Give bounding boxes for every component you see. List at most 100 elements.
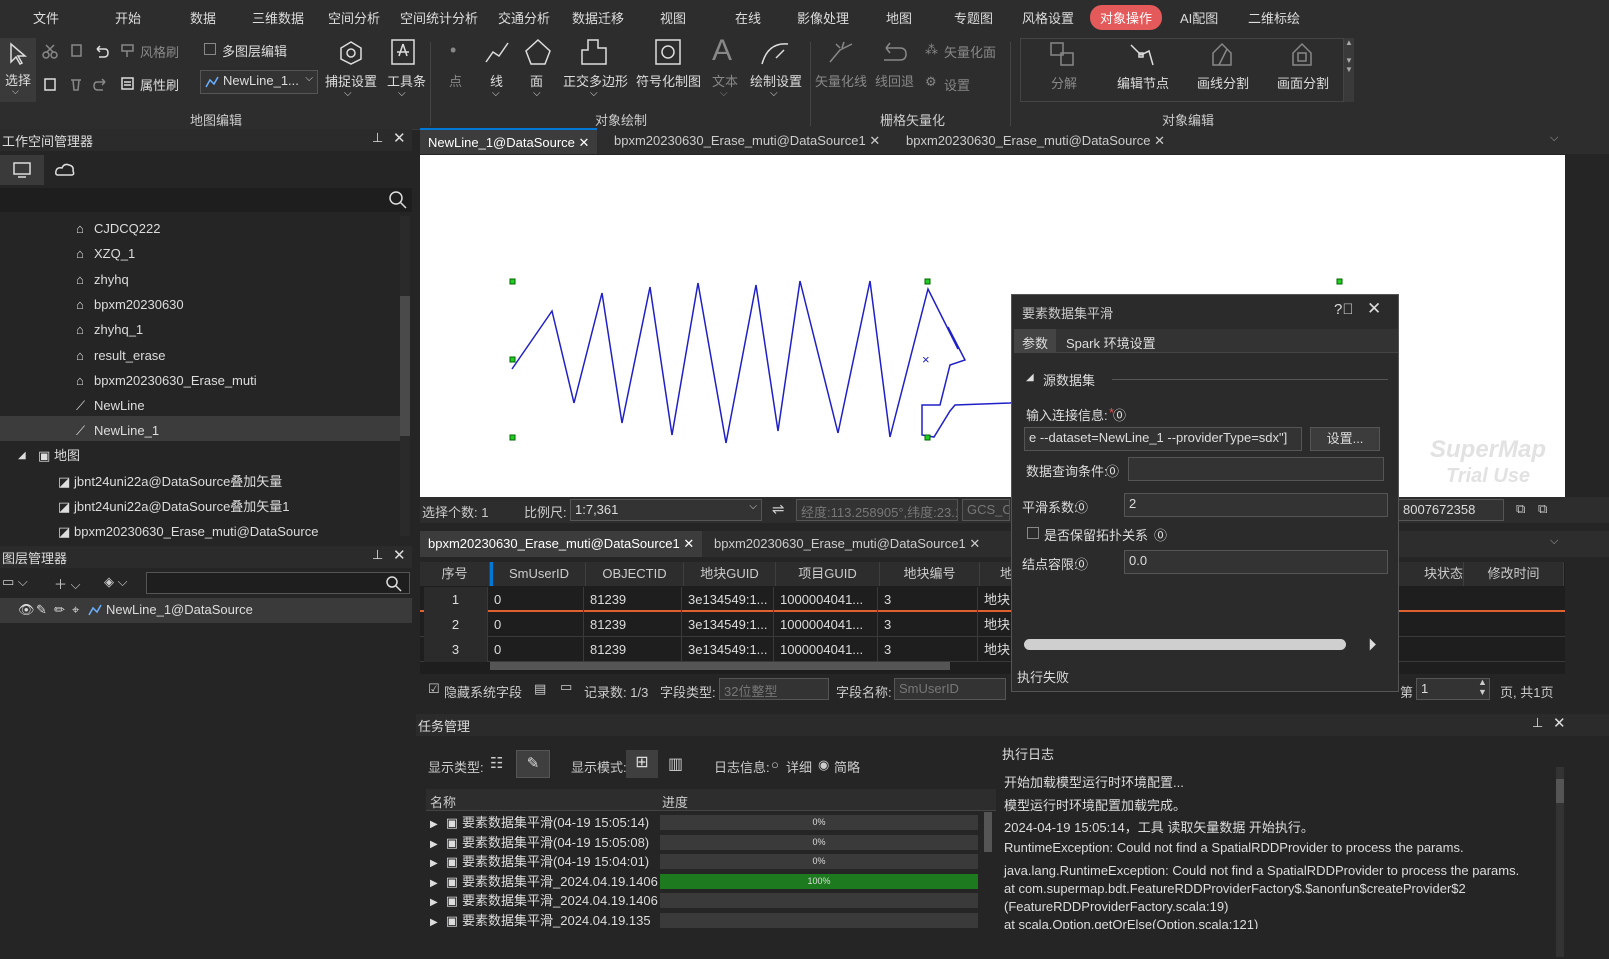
close-icon[interactable]: ✕: [1553, 714, 1566, 732]
run-icon[interactable]: ⏵: [1368, 635, 1377, 655]
undo-icon[interactable]: [93, 43, 109, 59]
menu-tab-map[interactable]: 地图: [886, 8, 912, 27]
menu-tab-migration[interactable]: 数据迁移: [572, 8, 624, 27]
help-icon[interactable]: ⓪: [1075, 554, 1088, 573]
help-icon[interactable]: ?⃝: [1334, 301, 1354, 318]
expand-icon[interactable]: ▶: [430, 878, 438, 889]
table-cell[interactable]: 81239: [590, 637, 682, 662]
col-header[interactable]: 地块GUID: [684, 562, 776, 586]
select-button[interactable]: 选择 ⌵: [0, 38, 36, 102]
redo-icon[interactable]: [93, 76, 109, 92]
scale-combo[interactable]: 1:7,361 ⌵: [570, 499, 762, 521]
help-icon[interactable]: ⓪: [1106, 461, 1119, 480]
menu-tab-data[interactable]: 数据: [190, 8, 216, 27]
menu-tab-imagery[interactable]: 影像处理: [797, 8, 849, 27]
col-header[interactable]: 序号: [420, 562, 490, 586]
col-header[interactable]: 修改时间: [1464, 562, 1564, 586]
brief-radio[interactable]: ◉: [818, 757, 829, 773]
dataset-item[interactable]: result_erase: [94, 343, 166, 368]
menu-tab-traffic[interactable]: 交通分析: [498, 8, 550, 27]
copy-icon[interactable]: [68, 43, 84, 59]
toolbox-button[interactable]: 工具条: [387, 71, 426, 90]
point-button[interactable]: 点: [449, 71, 462, 90]
doc-tab-erase-muti[interactable]: bpxm20230630_Erase_muti@DataSource ✕: [898, 128, 1173, 154]
pin-icon[interactable]: ⊥: [372, 547, 383, 563]
task-scrollbar[interactable]: [984, 812, 992, 852]
attribute-brush-button[interactable]: 属性刷: [140, 75, 179, 94]
search-icon[interactable]: [388, 190, 408, 210]
expand-icon[interactable]: ▶: [430, 839, 438, 850]
add-layer-icon[interactable]: ＋ ⌵: [54, 574, 80, 593]
close-icon[interactable]: ✕: [1367, 299, 1381, 319]
close-icon[interactable]: ✕: [1154, 133, 1165, 148]
dataset-item[interactable]: NewLine: [94, 393, 145, 418]
dataset-item[interactable]: zhyhq: [94, 267, 129, 292]
col-header[interactable]: 地: [980, 562, 1014, 586]
grid-view-icon[interactable]: ⊞: [626, 750, 658, 778]
pin-icon[interactable]: ⊥: [372, 130, 383, 146]
table-cell[interactable]: 2: [424, 612, 488, 637]
map-item[interactable]: bpxm20230630_Erase_muti@DataSource: [74, 519, 318, 544]
close-icon[interactable]: ✕: [869, 133, 880, 148]
cut-icon[interactable]: [42, 43, 58, 59]
chevron-down-icon[interactable]: ⌵: [1550, 132, 1558, 145]
select-enable-icon[interactable]: ✎: [36, 602, 47, 618]
query-condition-field[interactable]: [1128, 457, 1384, 481]
menu-tab-file[interactable]: 文件: [33, 8, 59, 27]
line-back-button[interactable]: 线回退: [875, 71, 914, 90]
detail-radio[interactable]: ○: [771, 757, 779, 772]
dataset-item[interactable]: NewLine_1: [94, 418, 159, 443]
table-cell[interactable]: 3: [884, 612, 978, 637]
table-cell[interactable]: 3: [884, 637, 978, 662]
multi-layer-edit-checkbox[interactable]: [204, 43, 216, 55]
menu-tab-spatial-stats[interactable]: 空间统计分析: [400, 8, 478, 27]
close-icon[interactable]: ✕: [393, 546, 406, 564]
vectorize-polygon-button[interactable]: 矢量化面: [944, 42, 996, 61]
expand-icon[interactable]: ▶: [430, 897, 438, 908]
node-tolerance-field[interactable]: 0.0: [1124, 550, 1388, 574]
workspace-search-input[interactable]: [0, 188, 412, 212]
map-item[interactable]: jbnt24uni22a@DataSource叠加矢量1: [74, 494, 290, 519]
table-cell[interactable]: 3: [884, 587, 978, 612]
col-header[interactable]: 块状态: [1398, 562, 1464, 586]
copy-icon[interactable]: ⧉: [1516, 501, 1525, 517]
col-header[interactable]: 地块编号: [880, 562, 980, 586]
dataset-item[interactable]: zhyhq_1: [94, 317, 143, 342]
dataset-item[interactable]: bpxm20230630_Erase_muti: [94, 368, 257, 393]
snap-target-icon[interactable]: ⌖: [72, 602, 79, 618]
table-cell[interactable]: 3e134549:1...: [688, 637, 774, 662]
layers-icon[interactable]: ◈ ⌵: [104, 574, 127, 590]
table-cell[interactable]: 0: [494, 637, 584, 662]
paste-icon[interactable]: ⧉: [1538, 501, 1547, 517]
collapse-icon[interactable]: ◢: [1026, 372, 1034, 383]
layer-search-input[interactable]: [146, 572, 410, 594]
settings-button[interactable]: 设置...: [1310, 427, 1380, 451]
keep-topology-checkbox[interactable]: [1027, 527, 1039, 539]
eye-icon[interactable]: 👁: [18, 602, 35, 618]
log-scrollbar[interactable]: [1556, 767, 1564, 957]
menu-tab-object-ops[interactable]: 对象操作: [1090, 5, 1163, 30]
expand-icon[interactable]: ▶: [430, 858, 438, 869]
menu-tab-style[interactable]: 风格设置: [1022, 8, 1074, 27]
table-cell[interactable]: 3e134549:1...: [688, 587, 774, 612]
expand-icon[interactable]: ▶: [430, 819, 438, 830]
table-cell[interactable]: 1000004041...: [780, 612, 878, 637]
doc-tab-erase-muti-1[interactable]: bpxm20230630_Erase_muti@DataSource1 ✕: [606, 128, 888, 154]
split-by-polygon-button[interactable]: 画面分割: [1277, 73, 1329, 92]
table-cell[interactable]: 1000004041...: [780, 637, 878, 662]
close-icon[interactable]: ✕: [579, 135, 590, 150]
table-view-icon[interactable]: ▤: [534, 681, 546, 697]
table-cell[interactable]: 3e134549:1...: [688, 612, 774, 637]
cloud-icon[interactable]: [54, 161, 76, 179]
delete-icon[interactable]: [68, 76, 84, 92]
menu-tab-thematic[interactable]: 专题图: [954, 8, 993, 27]
page-spinner[interactable]: ▲ ▼: [1478, 677, 1487, 697]
gallery-scroll[interactable]: ▲ ▼ ▼: [1344, 38, 1354, 102]
layer-combo[interactable]: NewLine_1... ⌵: [200, 70, 318, 94]
smooth-factor-field[interactable]: 2: [1124, 493, 1388, 517]
expand-icon[interactable]: ▶: [430, 917, 438, 928]
table-cell[interactable]: 0: [494, 587, 584, 612]
col-name[interactable]: 名称: [430, 792, 456, 811]
menu-tab-online[interactable]: 在线: [735, 8, 761, 27]
edit-icon[interactable]: ✏: [54, 602, 65, 618]
